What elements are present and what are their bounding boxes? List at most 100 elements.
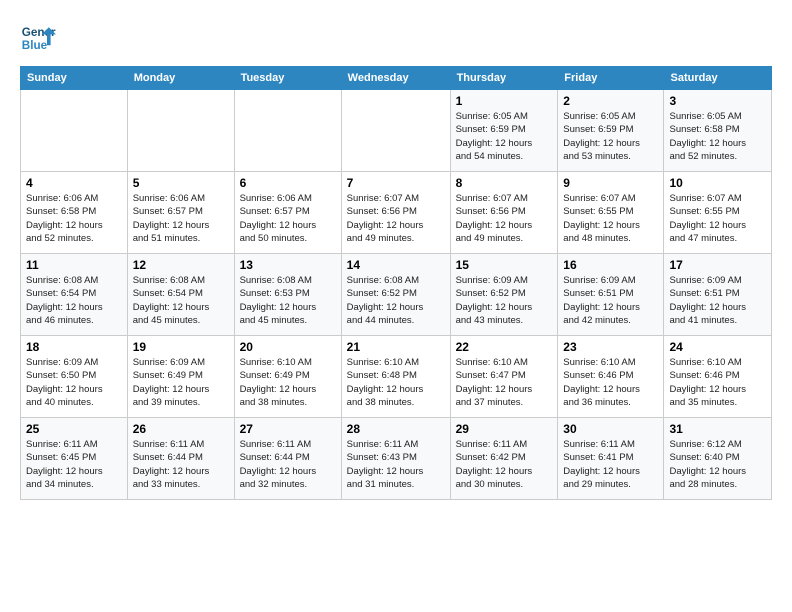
calendar-cell	[21, 90, 128, 172]
calendar-cell: 3 Sunrise: 6:05 AM Sunset: 6:58 PM Daylig…	[664, 90, 772, 172]
day-info: Sunrise: 6:05 AM Sunset: 6:59 PM Dayligh…	[456, 110, 553, 163]
page-header: General Blue	[20, 20, 772, 56]
calendar-cell: 24 Sunrise: 6:10 AM Sunset: 6:46 PM Dayli…	[664, 336, 772, 418]
day-info: Sunrise: 6:06 AM Sunset: 6:57 PM Dayligh…	[133, 192, 229, 245]
svg-text:Blue: Blue	[22, 39, 48, 52]
day-number: 3	[669, 94, 766, 108]
day-info: Sunrise: 6:10 AM Sunset: 6:46 PM Dayligh…	[563, 356, 658, 409]
calendar-cell: 2 Sunrise: 6:05 AM Sunset: 6:59 PM Daylig…	[558, 90, 664, 172]
day-number: 27	[240, 422, 336, 436]
calendar-cell: 18 Sunrise: 6:09 AM Sunset: 6:50 PM Dayli…	[21, 336, 128, 418]
day-info: Sunrise: 6:10 AM Sunset: 6:46 PM Dayligh…	[669, 356, 766, 409]
day-info: Sunrise: 6:05 AM Sunset: 6:58 PM Dayligh…	[669, 110, 766, 163]
calendar-cell: 14Sunrise: 6:08 AM Sunset: 6:52 PM Dayli…	[341, 254, 450, 336]
day-number: 2	[563, 94, 658, 108]
day-info: Sunrise: 6:11 AM Sunset: 6:45 PM Dayligh…	[26, 438, 122, 491]
calendar-cell: 7 Sunrise: 6:07 AM Sunset: 6:56 PM Daylig…	[341, 172, 450, 254]
day-number: 10	[669, 176, 766, 190]
calendar-cell: 19 Sunrise: 6:09 AM Sunset: 6:49 PM Dayli…	[127, 336, 234, 418]
calendar-cell: 27 Sunrise: 6:11 AM Sunset: 6:44 PM Dayli…	[234, 418, 341, 500]
calendar-cell: 26 Sunrise: 6:11 AM Sunset: 6:44 PM Dayli…	[127, 418, 234, 500]
calendar-cell	[234, 90, 341, 172]
logo-icon: General Blue	[20, 20, 56, 56]
calendar-cell: 6 Sunrise: 6:06 AM Sunset: 6:57 PM Daylig…	[234, 172, 341, 254]
day-number: 11	[26, 258, 122, 272]
calendar-cell: 30 Sunrise: 6:11 AM Sunset: 6:41 PM Dayli…	[558, 418, 664, 500]
day-number: 1	[456, 94, 553, 108]
weekday-header-sunday: Sunday	[21, 67, 128, 90]
day-info: Sunrise: 6:10 AM Sunset: 6:47 PM Dayligh…	[456, 356, 553, 409]
day-number: 21	[347, 340, 445, 354]
day-number: 22	[456, 340, 553, 354]
day-number: 5	[133, 176, 229, 190]
weekday-header-tuesday: Tuesday	[234, 67, 341, 90]
day-info: Sunrise: 6:07 AM Sunset: 6:55 PM Dayligh…	[669, 192, 766, 245]
day-number: 20	[240, 340, 336, 354]
calendar-cell: 15Sunrise: 6:09 AM Sunset: 6:52 PM Dayli…	[450, 254, 558, 336]
day-number: 28	[347, 422, 445, 436]
day-info: Sunrise: 6:11 AM Sunset: 6:41 PM Dayligh…	[563, 438, 658, 491]
calendar-cell: 16 Sunrise: 6:09 AM Sunset: 6:51 PM Dayli…	[558, 254, 664, 336]
calendar-cell: 20 Sunrise: 6:10 AM Sunset: 6:49 PM Dayli…	[234, 336, 341, 418]
day-number: 24	[669, 340, 766, 354]
day-number: 13	[240, 258, 336, 272]
calendar-cell: 17 Sunrise: 6:09 AM Sunset: 6:51 PM Dayli…	[664, 254, 772, 336]
day-number: 16	[563, 258, 658, 272]
day-number: 31	[669, 422, 766, 436]
calendar-cell: 8 Sunrise: 6:07 AM Sunset: 6:56 PM Daylig…	[450, 172, 558, 254]
day-info: Sunrise: 6:08 AM Sunset: 6:54 PM Dayligh…	[26, 274, 122, 327]
calendar-cell	[341, 90, 450, 172]
calendar-cell: 28 Sunrise: 6:11 AM Sunset: 6:43 PM Dayli…	[341, 418, 450, 500]
day-info: Sunrise: 6:11 AM Sunset: 6:43 PM Dayligh…	[347, 438, 445, 491]
day-info: Sunrise: 6:05 AM Sunset: 6:59 PM Dayligh…	[563, 110, 658, 163]
day-number: 23	[563, 340, 658, 354]
calendar-cell: 22 Sunrise: 6:10 AM Sunset: 6:47 PM Dayli…	[450, 336, 558, 418]
day-info: Sunrise: 6:11 AM Sunset: 6:44 PM Dayligh…	[133, 438, 229, 491]
day-info: Sunrise: 6:10 AM Sunset: 6:48 PM Dayligh…	[347, 356, 445, 409]
day-number: 9	[563, 176, 658, 190]
calendar-cell: 4 Sunrise: 6:06 AM Sunset: 6:58 PM Daylig…	[21, 172, 128, 254]
day-number: 6	[240, 176, 336, 190]
calendar-cell: 9 Sunrise: 6:07 AM Sunset: 6:55 PM Daylig…	[558, 172, 664, 254]
day-info: Sunrise: 6:09 AM Sunset: 6:51 PM Dayligh…	[669, 274, 766, 327]
day-number: 25	[26, 422, 122, 436]
calendar-cell: 13 Sunrise: 6:08 AM Sunset: 6:53 PM Dayli…	[234, 254, 341, 336]
weekday-header-friday: Friday	[558, 67, 664, 90]
calendar-cell: 1 Sunrise: 6:05 AM Sunset: 6:59 PM Daylig…	[450, 90, 558, 172]
day-number: 19	[133, 340, 229, 354]
day-info: Sunrise: 6:09 AM Sunset: 6:51 PM Dayligh…	[563, 274, 658, 327]
calendar-table: SundayMondayTuesdayWednesdayThursdayFrid…	[20, 66, 772, 500]
calendar-cell: 23 Sunrise: 6:10 AM Sunset: 6:46 PM Dayli…	[558, 336, 664, 418]
day-number: 26	[133, 422, 229, 436]
calendar-cell: 12Sunrise: 6:08 AM Sunset: 6:54 PM Dayli…	[127, 254, 234, 336]
day-info: Sunrise: 6:07 AM Sunset: 6:55 PM Dayligh…	[563, 192, 658, 245]
day-info: Sunrise: 6:09 AM Sunset: 6:49 PM Dayligh…	[133, 356, 229, 409]
day-number: 8	[456, 176, 553, 190]
weekday-header-wednesday: Wednesday	[341, 67, 450, 90]
day-info: Sunrise: 6:10 AM Sunset: 6:49 PM Dayligh…	[240, 356, 336, 409]
day-info: Sunrise: 6:09 AM Sunset: 6:50 PM Dayligh…	[26, 356, 122, 409]
weekday-header-saturday: Saturday	[664, 67, 772, 90]
day-number: 17	[669, 258, 766, 272]
day-info: Sunrise: 6:07 AM Sunset: 6:56 PM Dayligh…	[347, 192, 445, 245]
day-number: 4	[26, 176, 122, 190]
day-number: 29	[456, 422, 553, 436]
day-info: Sunrise: 6:12 AM Sunset: 6:40 PM Dayligh…	[669, 438, 766, 491]
day-info: Sunrise: 6:06 AM Sunset: 6:58 PM Dayligh…	[26, 192, 122, 245]
day-info: Sunrise: 6:08 AM Sunset: 6:53 PM Dayligh…	[240, 274, 336, 327]
day-info: Sunrise: 6:08 AM Sunset: 6:54 PM Dayligh…	[133, 274, 229, 327]
calendar-cell: 5 Sunrise: 6:06 AM Sunset: 6:57 PM Daylig…	[127, 172, 234, 254]
day-number: 30	[563, 422, 658, 436]
day-number: 15	[456, 258, 553, 272]
day-number: 7	[347, 176, 445, 190]
day-info: Sunrise: 6:11 AM Sunset: 6:44 PM Dayligh…	[240, 438, 336, 491]
calendar-cell: 21 Sunrise: 6:10 AM Sunset: 6:48 PM Dayli…	[341, 336, 450, 418]
day-info: Sunrise: 6:06 AM Sunset: 6:57 PM Dayligh…	[240, 192, 336, 245]
day-number: 18	[26, 340, 122, 354]
day-number: 14	[347, 258, 445, 272]
calendar-cell: 11 Sunrise: 6:08 AM Sunset: 6:54 PM Dayli…	[21, 254, 128, 336]
day-info: Sunrise: 6:07 AM Sunset: 6:56 PM Dayligh…	[456, 192, 553, 245]
day-info: Sunrise: 6:11 AM Sunset: 6:42 PM Dayligh…	[456, 438, 553, 491]
calendar-cell: 25 Sunrise: 6:11 AM Sunset: 6:45 PM Dayli…	[21, 418, 128, 500]
calendar-cell: 31 Sunrise: 6:12 AM Sunset: 6:40 PM Dayli…	[664, 418, 772, 500]
